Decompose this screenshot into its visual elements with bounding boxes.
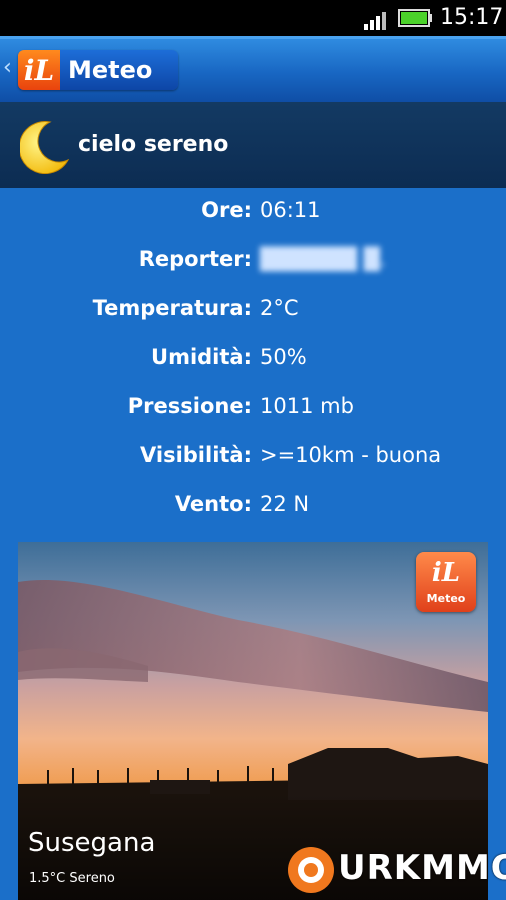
photo-logo-il: iL [431,558,461,588]
photo-location: Susegana [28,828,156,858]
detail-value: ██████ █. [260,247,387,271]
detail-row-ore: Ore: 06:11 [0,194,506,234]
app-bar: ‹ iL Meteo [0,36,506,102]
logo-meteo: Meteo [60,50,178,90]
detail-label: Reporter: [138,247,252,271]
photo-logo-meteo: Meteo [426,592,466,605]
detail-value: >=10km - buona [260,443,442,467]
detail-value: 1011 mb [260,394,354,418]
detail-value: 50% [260,345,307,369]
logo-il: iL [18,50,60,90]
detail-row-pressione: Pressione: 1011 mb [0,390,506,430]
detail-row-vento: Vento: 22 N [0,488,506,528]
signal-icon [364,12,386,30]
photo-logo: iL Meteo [416,552,476,612]
detail-row-visibilita: Visibilità: >=10km - buona [0,439,506,479]
photo-caption: 1.5°C Sereno [29,871,115,886]
weather-details: Ore: 06:11 Reporter: ██████ █. Temperatu… [0,188,506,542]
back-chevron-icon[interactable]: ‹ [3,55,12,80]
status-time: 15:17 [440,5,504,30]
watermark: URKMMO [286,842,506,898]
detail-row-temperatura: Temperatura: 2°C [0,292,506,332]
detail-label: Temperatura: [92,296,252,320]
detail-label: Visibilità: [139,443,252,467]
detail-label: Pressione: [127,394,252,418]
battery-icon [398,9,432,27]
detail-label: Umidità: [151,345,252,369]
condition-header: cielo sereno [0,102,506,188]
detail-value: 22 N [260,492,310,516]
detail-row-reporter: Reporter: ██████ █. [0,243,506,283]
moon-icon [20,121,70,174]
watermark-text: URKMMO [338,848,506,888]
condition-text: cielo sereno [78,132,229,157]
detail-label: Vento: [174,492,252,516]
detail-row-umidita: Umidità: 50% [0,341,506,381]
status-bar: 15:17 [0,0,506,36]
detail-label: Ore: [201,198,252,222]
detail-value: 06:11 [260,198,321,222]
gamepad-icon [288,847,334,893]
app-logo[interactable]: iL Meteo [18,50,178,90]
detail-value: 2°C [260,296,299,320]
